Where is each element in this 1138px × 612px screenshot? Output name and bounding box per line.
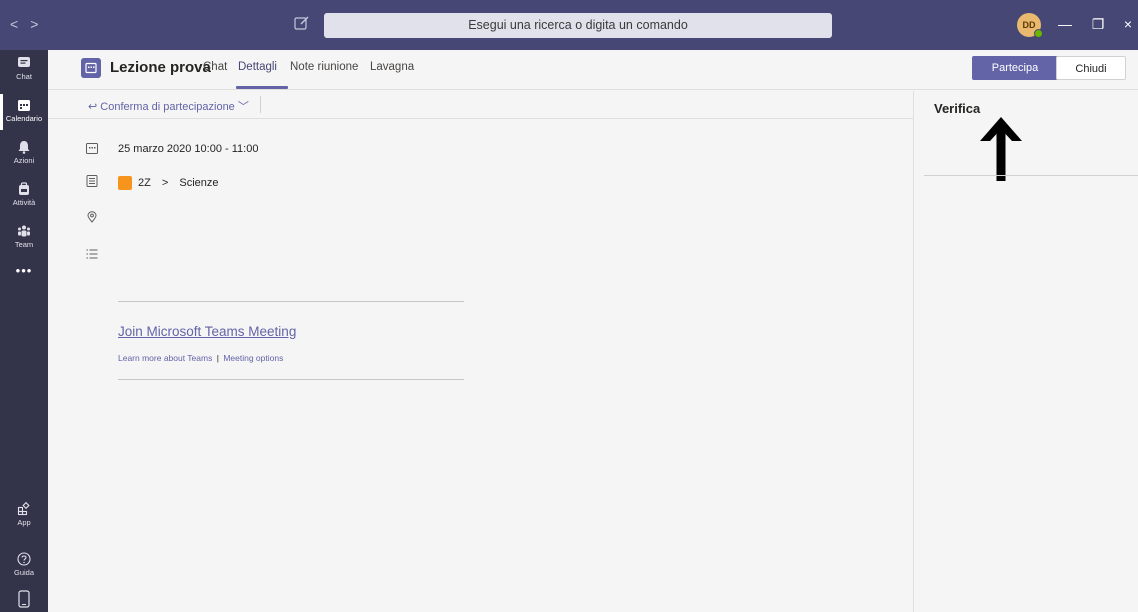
compose-icon[interactable]	[293, 14, 311, 32]
rail-label: Attività	[12, 198, 36, 207]
rail-item-guida[interactable]: Guida	[0, 546, 48, 588]
right-pane-title: Verifica	[934, 101, 981, 116]
team-avatar-icon	[118, 176, 132, 190]
breadcrumb-separator: >	[161, 177, 169, 189]
tab-lavagna[interactable]: Lavagna	[370, 61, 414, 73]
mobile-device-icon[interactable]	[16, 590, 32, 608]
meeting-calendar-icon	[81, 58, 101, 78]
join-button[interactable]: Partecipa	[972, 56, 1058, 80]
meeting-options-link[interactable]: Meeting options	[223, 353, 283, 363]
rsvp-label: Conferma di partecipazione	[100, 101, 235, 113]
meeting-links: Learn more about Teams | Meeting options	[118, 353, 283, 363]
minimize-button[interactable]: —	[1055, 14, 1075, 34]
calendar-icon	[86, 143, 98, 154]
link-separator: |	[216, 353, 219, 363]
more-apps-button[interactable]: •••	[0, 263, 48, 278]
join-meeting-link[interactable]: Join Microsoft Teams Meeting	[118, 324, 296, 339]
app-rail: Chat Calendario Azioni Attività Team •••…	[0, 50, 48, 612]
active-tab-indicator	[236, 86, 288, 89]
avatar-initials: DD	[1022, 20, 1036, 30]
tab-note-riunione[interactable]: Note riunione	[290, 61, 358, 73]
rail-label: App	[17, 518, 31, 527]
meeting-date-time: 25 marzo 2020 10:00 - 11:00	[118, 143, 259, 155]
meeting-header: Lezione prova Chat Dettagli Note riunion…	[48, 50, 1138, 90]
right-pane-divider	[924, 175, 1138, 176]
divider	[260, 96, 261, 113]
search-input[interactable]: Esegui una ricerca o digita un comando	[324, 13, 832, 38]
rsvp-dropdown[interactable]: ↩ Conferma di partecipazione ﹀	[88, 98, 249, 114]
rsvp-bar: ↩ Conferma di partecipazione ﹀	[48, 91, 913, 119]
team-name: 2Z	[138, 177, 151, 189]
rail-label: Guida	[13, 568, 34, 577]
location-icon	[87, 211, 97, 223]
rail-item-attivita[interactable]: Attività	[0, 176, 48, 218]
team-icon	[18, 225, 30, 237]
rail-item-team[interactable]: Team	[0, 218, 48, 260]
chat-icon	[18, 57, 30, 67]
calendar-icon	[18, 100, 30, 111]
channel-name: Scienze	[179, 177, 219, 189]
tab-dettagli[interactable]: Dettagli	[238, 61, 277, 73]
close-button[interactable]: Chiudi	[1056, 56, 1126, 80]
rail-label: Calendario	[5, 114, 43, 123]
restore-button[interactable]: ❐	[1088, 14, 1108, 34]
forward-button[interactable]: >	[30, 16, 50, 32]
meeting-title: Lezione prova	[110, 59, 211, 76]
reply-icon: ↩	[88, 101, 101, 113]
rail-item-app[interactable]: App	[0, 496, 48, 538]
apps-icon	[17, 502, 30, 516]
rail-item-azioni[interactable]: Azioni	[0, 134, 48, 176]
right-pane: Verifica	[913, 91, 1138, 612]
channel-icon	[86, 175, 98, 187]
bell-icon	[18, 141, 30, 154]
rail-label: Chat	[16, 72, 32, 81]
rail-label: Azioni	[13, 156, 35, 165]
backpack-icon	[19, 182, 29, 195]
title-bar: <> Esegui una ricerca o digita un comand…	[0, 0, 1138, 50]
learn-more-link[interactable]: Learn more about Teams	[118, 353, 212, 363]
description-divider-bottom	[118, 379, 464, 380]
arrow-up-icon	[980, 117, 1022, 181]
presence-available-icon	[1034, 29, 1043, 38]
chevron-down-icon: ﹀	[234, 101, 249, 113]
description-icon	[86, 249, 98, 259]
avatar[interactable]: DD	[1017, 13, 1043, 38]
history-nav: <>	[10, 16, 50, 32]
meeting-channel[interactable]: 2Z > Scienze	[118, 176, 219, 190]
description-divider-top	[118, 301, 464, 302]
close-window-button[interactable]: ×	[1118, 14, 1138, 34]
rail-item-chat[interactable]: Chat	[0, 50, 48, 92]
back-button[interactable]: <	[10, 16, 30, 32]
rail-label: Team	[14, 240, 34, 249]
help-icon	[17, 552, 31, 566]
tab-chat[interactable]: Chat	[203, 61, 227, 73]
rail-item-calendario[interactable]: Calendario	[0, 92, 48, 134]
